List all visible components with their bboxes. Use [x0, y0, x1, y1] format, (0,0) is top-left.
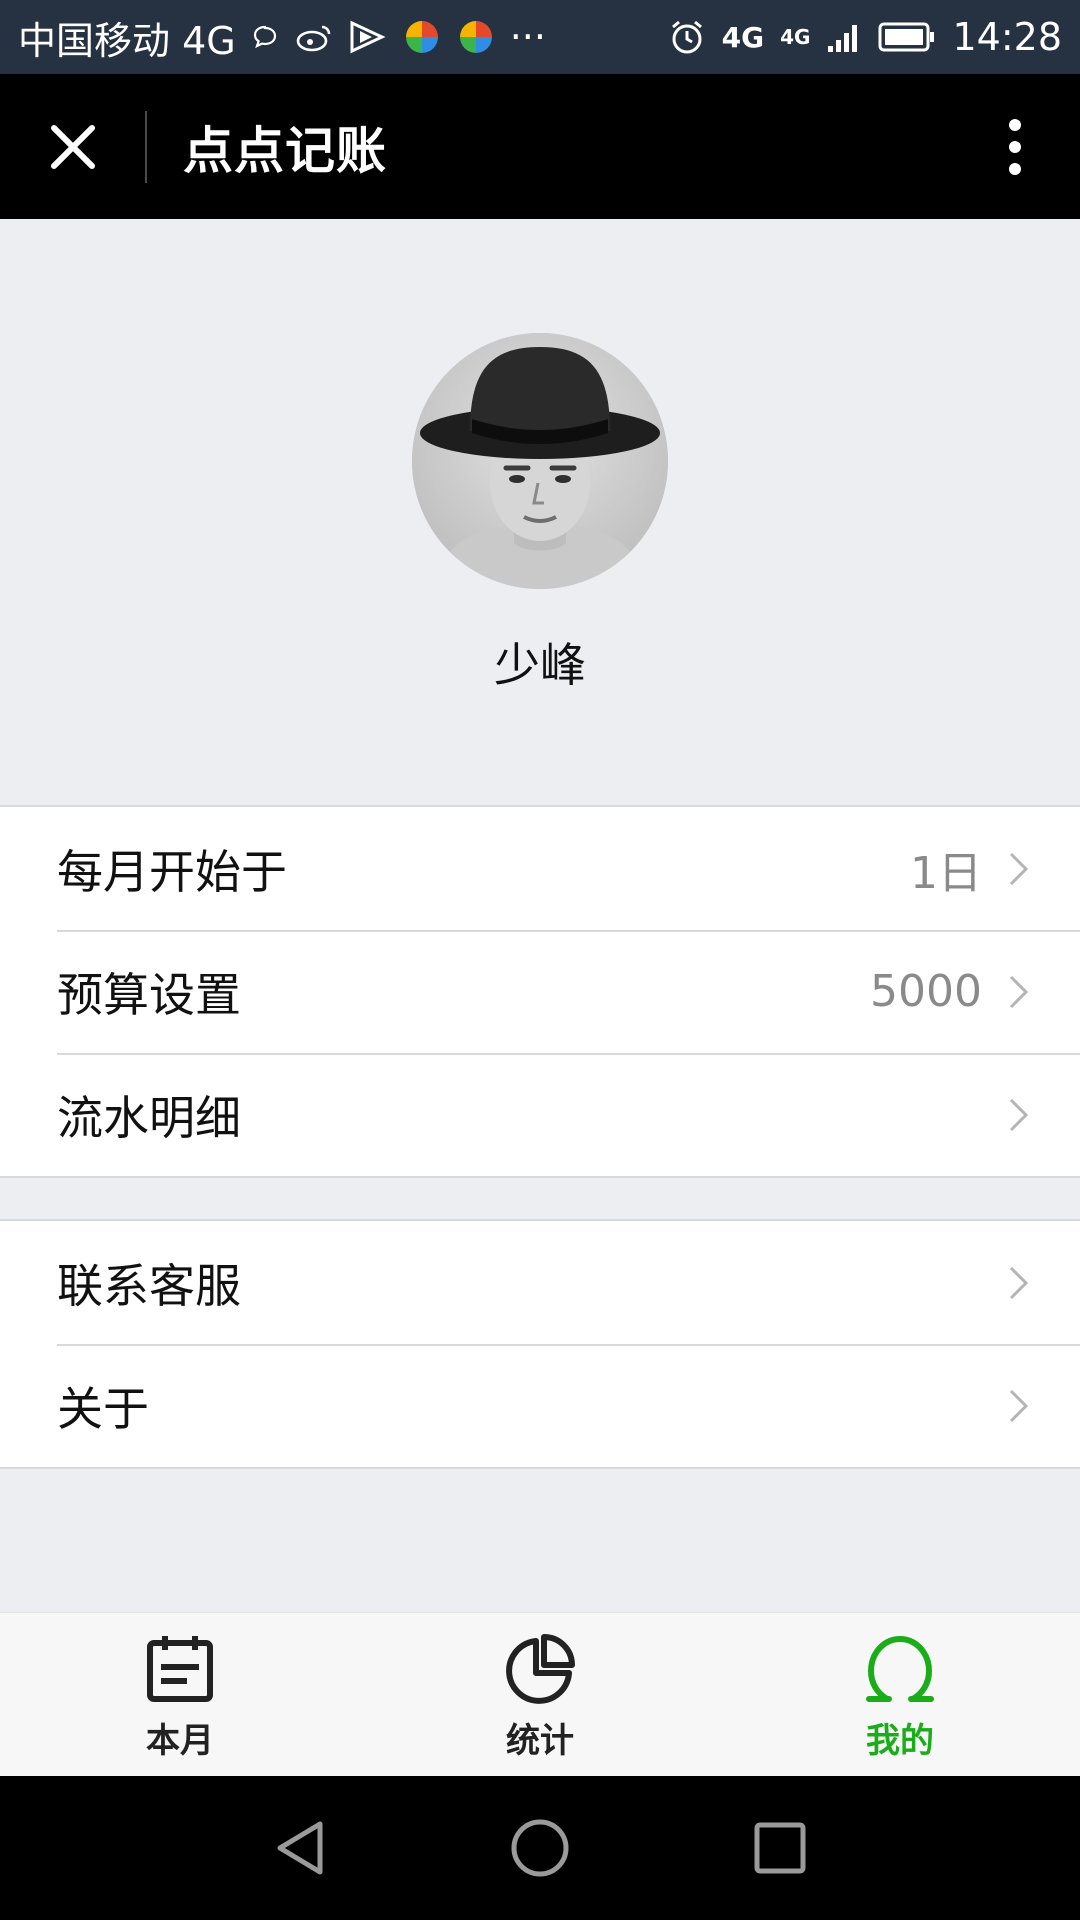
list-item-about[interactable]: 关于 [0, 1344, 1080, 1467]
tab-label: 本月 [146, 1721, 214, 1761]
colorful-app-icon-2 [456, 17, 496, 57]
profile-icon [866, 1635, 934, 1702]
system-nav-bar [0, 1776, 1080, 1920]
support-list: 联系客服 关于 [0, 1219, 1080, 1469]
network-type-label-1: 4G [721, 20, 765, 54]
status-bar: 中国移动 4G ··· 4G 4G 14:28 [0, 0, 1080, 74]
carrier-label: 中国移动 4G [18, 18, 236, 63]
avatar[interactable] [412, 333, 668, 589]
more-notifications-label: ··· [509, 15, 546, 59]
chevron-right-icon [1008, 1265, 1030, 1301]
title-divider [145, 110, 147, 183]
list-item-label: 预算设置 [57, 967, 241, 1022]
signal-icon [826, 20, 862, 54]
pie-chart-icon [506, 1634, 575, 1704]
list-item-label: 联系客服 [57, 1258, 241, 1313]
list-item-label: 流水明细 [57, 1090, 241, 1145]
more-vertical-icon [1009, 118, 1021, 175]
more-options-button[interactable] [950, 74, 1080, 219]
video-app-icon [348, 19, 388, 55]
page-title: 点点记账 [183, 121, 387, 180]
network-type-label-2: 4G [780, 25, 811, 49]
recents-square-icon [754, 1822, 806, 1874]
home-button[interactable] [420, 1776, 660, 1920]
chevron-right-icon [1008, 1388, 1030, 1424]
alarm-icon [668, 18, 706, 56]
status-left: 中国移动 4G ··· [18, 10, 546, 65]
screen: 中国移动 4G ··· 4G 4G 14:28 点点记账 少峰 每月开始于 1日… [0, 0, 1080, 1920]
list-item-transactions[interactable]: 流水明细 [0, 1053, 1080, 1176]
settings-list: 每月开始于 1日 预算设置 5000 流水明细 [0, 805, 1080, 1178]
close-icon [50, 124, 95, 169]
tab-statistics[interactable]: 统计 [360, 1613, 720, 1776]
clock-label: 14:28 [952, 15, 1062, 59]
home-circle-icon [511, 1819, 569, 1877]
list-item-value: 1日 [910, 847, 982, 899]
list-item-label: 每月开始于 [57, 844, 287, 899]
recents-button[interactable] [660, 1776, 900, 1920]
calendar-icon [147, 1636, 213, 1702]
tab-mine[interactable]: 我的 [720, 1613, 1080, 1776]
chevron-right-icon [1008, 1097, 1030, 1133]
list-item-value: 5000 [870, 966, 982, 1017]
colorful-app-icon-1 [402, 17, 442, 57]
chevron-right-icon [1008, 974, 1030, 1010]
message-icon [250, 22, 280, 52]
title-bar: 点点记账 [0, 74, 1080, 219]
list-item-label: 关于 [57, 1381, 149, 1436]
weibo-icon [294, 22, 334, 52]
bottom-tab-bar: 本月 统计 我的 [0, 1612, 1080, 1776]
battery-icon [878, 21, 936, 53]
tab-label: 我的 [866, 1721, 934, 1761]
profile-header: 少峰 [0, 219, 1080, 805]
list-item-customer-service[interactable]: 联系客服 [0, 1221, 1080, 1344]
avatar-photo [412, 333, 668, 589]
tab-this-month[interactable]: 本月 [0, 1613, 360, 1776]
back-triangle-icon [277, 1821, 323, 1875]
status-right: 4G 4G 14:28 [668, 15, 1062, 59]
username: 少峰 [494, 638, 586, 692]
back-button[interactable] [180, 1776, 420, 1920]
list-item-budget[interactable]: 预算设置 5000 [0, 930, 1080, 1053]
list-item-month-start[interactable]: 每月开始于 1日 [0, 807, 1080, 930]
close-button[interactable] [0, 74, 145, 219]
tab-label: 统计 [506, 1721, 574, 1761]
chevron-right-icon [1008, 851, 1030, 887]
